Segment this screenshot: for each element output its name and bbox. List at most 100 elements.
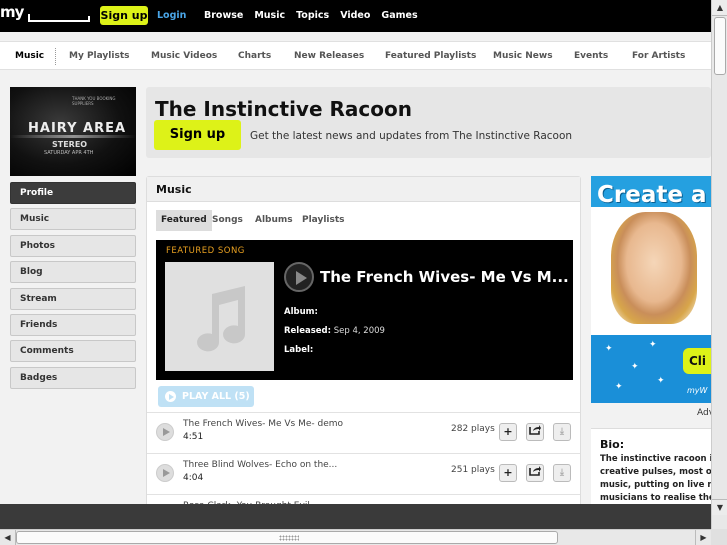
scroll-thumb[interactable]: [714, 17, 726, 75]
subnav-my-playlists[interactable]: My Playlists: [69, 51, 130, 61]
nav-music[interactable]: Music: [254, 10, 285, 21]
logo-underline: [28, 20, 90, 22]
play-all-button[interactable]: PLAY ALL (5): [158, 386, 254, 407]
ad-click-button[interactable]: Cli: [683, 348, 711, 374]
ad-headline: Create a C: [597, 182, 711, 208]
sidemenu-stream[interactable]: Stream: [10, 287, 136, 310]
scroll-right-arrow-icon[interactable]: ▶: [695, 530, 711, 545]
advertisement-banner[interactable]: Create a C ✦ ✦ ✦ ✦ ✦ Cli myW: [591, 176, 711, 403]
tab-songs[interactable]: Songs: [207, 210, 248, 231]
music-panel-header: Music: [147, 177, 580, 202]
music-panel: Music Featured Songs Albums Playlists FE…: [146, 176, 581, 511]
track-play-button[interactable]: [156, 423, 174, 441]
bio-line: The instinctive racoon is: [600, 454, 718, 464]
nav-games[interactable]: Games: [381, 10, 417, 21]
download-icon[interactable]: ⤓: [553, 423, 571, 441]
scroll-grip-icon: [279, 535, 299, 541]
tab-playlists[interactable]: Playlists: [297, 210, 350, 231]
add-icon[interactable]: +: [499, 464, 517, 482]
featured-play-button[interactable]: [284, 262, 314, 292]
image-text-subtitle: STEREO: [52, 140, 88, 149]
track-duration: 4:04: [183, 473, 204, 483]
horizontal-scrollbar[interactable]: ◀ ▶: [0, 529, 711, 545]
nav-topics[interactable]: Topics: [296, 10, 329, 21]
subnav-for-artists[interactable]: For Artists: [632, 51, 685, 61]
track-row: Three Blind Wolves- Echo on the... 4:04 …: [147, 453, 580, 494]
label-meta: Label:: [284, 345, 313, 355]
sidemenu-photos[interactable]: Photos: [10, 234, 136, 257]
sidemenu-blog[interactable]: Blog: [10, 261, 136, 284]
artist-signup-button[interactable]: Sign up: [154, 120, 241, 150]
tab-featured[interactable]: Featured: [156, 210, 212, 231]
sidemenu-profile[interactable]: Profile: [10, 182, 136, 204]
record-label-label: Label:: [284, 345, 314, 355]
track-title[interactable]: The French Wives- Me Vs Me- demo: [183, 419, 343, 429]
star-icon: ✦: [649, 340, 657, 350]
nav-video[interactable]: Video: [340, 10, 370, 21]
play-all-label: PLAY ALL (5): [182, 391, 250, 402]
track-duration: 4:51: [183, 432, 204, 442]
subnav-events[interactable]: Events: [574, 51, 608, 61]
image-text-date: SATURDAY APR 4TH: [44, 150, 94, 156]
sidemenu-music[interactable]: Music: [10, 208, 136, 231]
image-text-title: HAIRY AREA: [28, 121, 127, 136]
tab-albums[interactable]: Albums: [250, 210, 298, 231]
featured-song-title[interactable]: The French Wives- Me Vs M...: [320, 268, 569, 286]
site-logo[interactable]: my: [0, 3, 24, 21]
music-sub-navigation: Music My Playlists Music Videos Charts N…: [0, 41, 711, 70]
signup-message: Get the latest news and updates from The…: [250, 130, 573, 142]
star-icon: ✦: [615, 382, 623, 392]
released-label: Released:: [284, 326, 332, 336]
track-play-button[interactable]: [156, 464, 174, 482]
subnav-divider: [55, 48, 56, 65]
subnav-new-releases[interactable]: New Releases: [294, 51, 364, 61]
album-meta: Album:: [284, 307, 318, 317]
top-navigation-bar: my Sign up Login Browse Music Topics Vid…: [0, 0, 711, 32]
sidemenu-comments[interactable]: Comments: [10, 340, 136, 363]
star-icon: ✦: [605, 344, 613, 354]
subnav-charts[interactable]: Charts: [238, 51, 271, 61]
star-icon: ✦: [631, 362, 639, 372]
top-nav-menu: Browse Music Topics Video Games: [204, 10, 429, 21]
logo-decoration: [88, 16, 90, 22]
image-text-small: THANK YOU BOOKING SUPPLIERS: [72, 96, 116, 106]
track-play-count: 282 plays: [451, 424, 495, 434]
signup-button[interactable]: Sign up: [100, 6, 148, 25]
share-icon[interactable]: [526, 423, 544, 441]
track-title[interactable]: Three Blind Wolves- Echo on the...: [183, 460, 337, 470]
vertical-scrollbar[interactable]: ▲ ▼: [711, 0, 727, 545]
scrollbar-corner: [711, 529, 727, 545]
share-icon[interactable]: [526, 464, 544, 482]
music-note-icon: [197, 286, 246, 352]
subnav-music[interactable]: Music: [15, 51, 44, 61]
sidemenu-friends[interactable]: Friends: [10, 313, 136, 336]
subnav-music-news[interactable]: Music News: [493, 51, 553, 61]
artist-header: The Instinctive Racoon Sign up Get the l…: [146, 87, 711, 158]
scroll-down-arrow-icon[interactable]: ▼: [712, 499, 727, 515]
track-row: The French Wives- Me Vs Me- demo 4:51 28…: [147, 412, 580, 453]
subnav-music-videos[interactable]: Music Videos: [151, 51, 217, 61]
artist-profile-image[interactable]: THANK YOU BOOKING SUPPLIERS HAIRY AREA S…: [10, 87, 136, 176]
track-play-count: 251 plays: [451, 465, 495, 475]
bio-line: music, putting on live mu: [600, 480, 723, 490]
bio-text: The instinctive racoon is creative pulse…: [600, 453, 723, 505]
login-link[interactable]: Login: [157, 10, 186, 21]
profile-side-menu: Profile Music Photos Blog Stream Friends…: [10, 182, 136, 393]
bio-line: creative pulses, most of: [600, 467, 716, 477]
sidemenu-badges[interactable]: Badges: [10, 366, 136, 389]
featured-song-panel: FEATURED SONG The French Wives- Me Vs M.…: [156, 240, 573, 380]
subnav-featured-playlists[interactable]: Featured Playlists: [385, 51, 476, 61]
bio-panel: Bio: The instinctive racoon is creative …: [591, 428, 722, 508]
nav-browse[interactable]: Browse: [204, 10, 243, 21]
featured-song-label: FEATURED SONG: [166, 246, 245, 256]
scroll-up-arrow-icon[interactable]: ▲: [712, 0, 727, 16]
music-panel-title: Music: [156, 183, 192, 196]
star-icon: ✦: [657, 376, 665, 386]
play-icon: [165, 391, 176, 402]
artist-name: The Instinctive Racoon: [155, 97, 412, 121]
horizontal-scroll-thumb[interactable]: [16, 531, 558, 544]
ad-model-photo: [611, 212, 697, 324]
scroll-left-arrow-icon[interactable]: ◀: [0, 530, 16, 545]
download-icon[interactable]: ⤓: [553, 464, 571, 482]
add-icon[interactable]: +: [499, 423, 517, 441]
